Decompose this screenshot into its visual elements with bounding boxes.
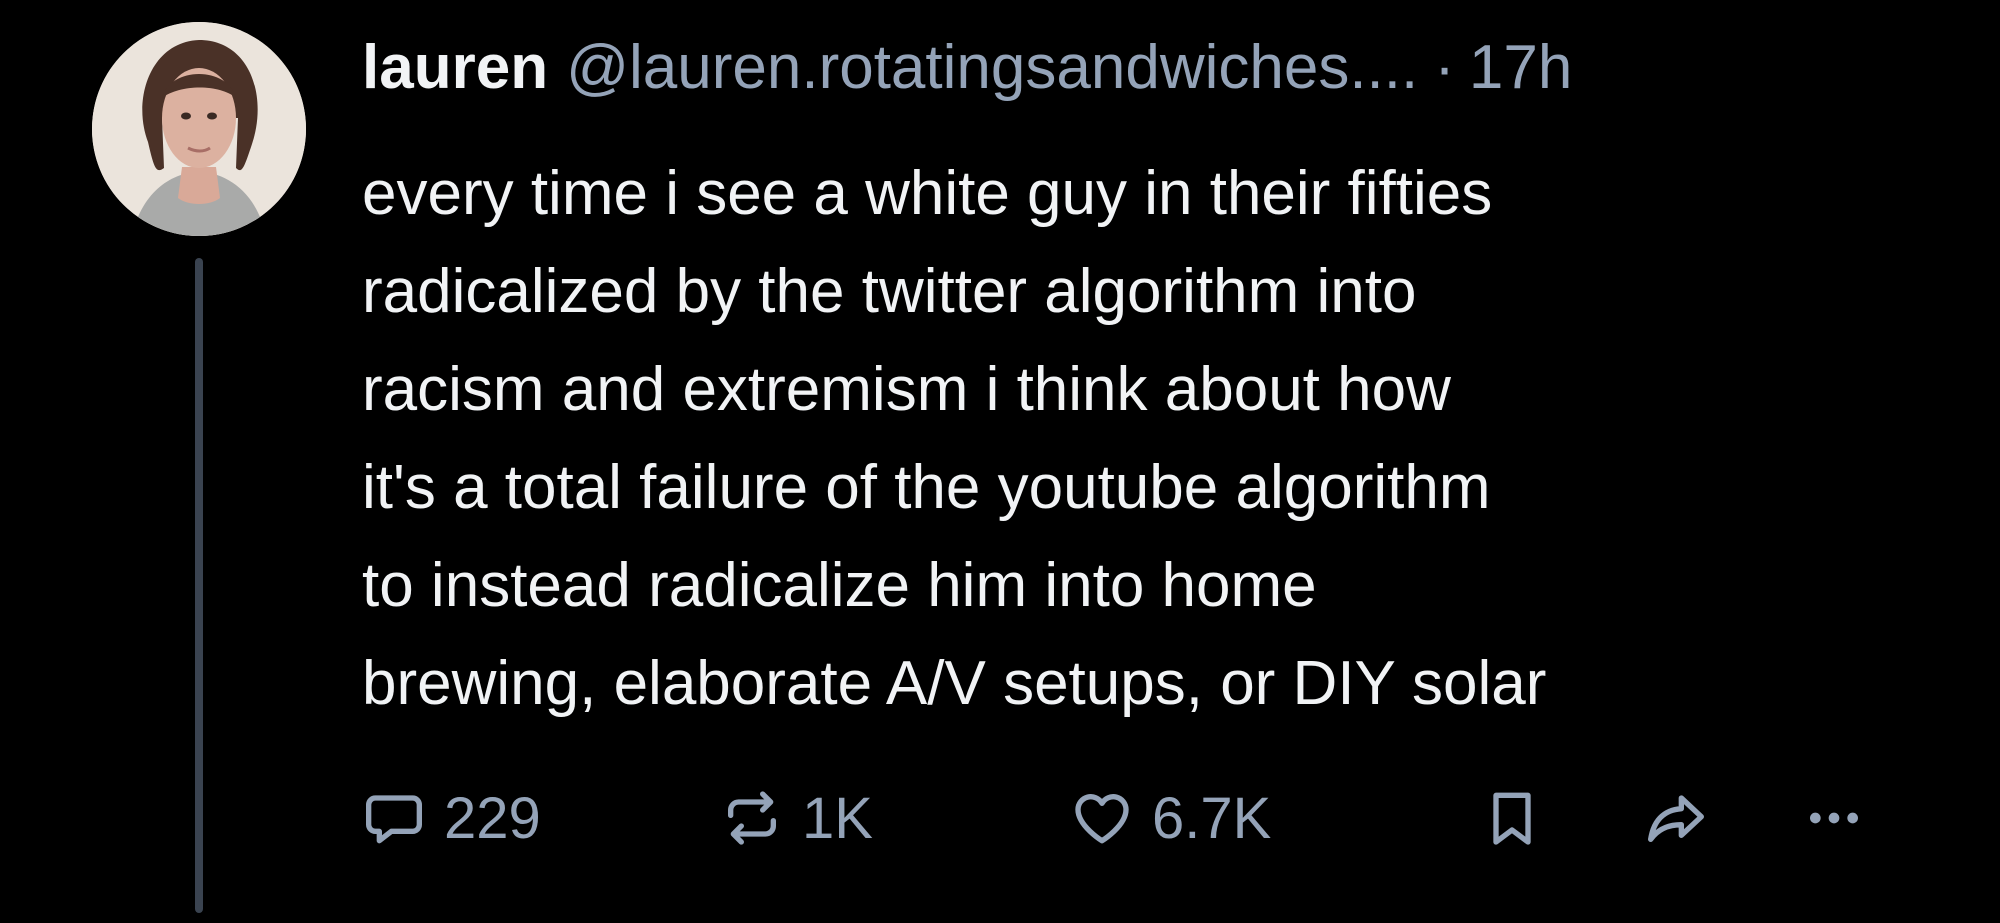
repost-arrows-icon xyxy=(728,791,776,845)
reply-button[interactable]: 229 xyxy=(362,778,541,858)
post: lauren @lauren.rotatingsandwiches.... · … xyxy=(0,0,2000,923)
post-text-line: radicalized by the twitter algorithm int… xyxy=(362,257,1417,326)
share-arrow-icon xyxy=(1648,795,1704,842)
post-text-line: racism and extremism i think about how xyxy=(362,355,1451,424)
heart-icon xyxy=(1075,794,1129,844)
avatar-photo xyxy=(92,22,306,236)
header-separator: · xyxy=(1434,33,1455,102)
post-text-line: to instead radicalize him into home xyxy=(362,551,1317,620)
post-text-line: brewing, elaborate A/V setups, or DIY so… xyxy=(362,649,1547,718)
author-avatar[interactable] xyxy=(92,22,306,236)
bookmark-button[interactable] xyxy=(1480,778,1544,858)
like-count: 6.7K xyxy=(1152,785,1272,851)
more-options-button[interactable] xyxy=(1802,778,1866,858)
repost-count: 1K xyxy=(802,785,873,851)
like-button[interactable]: 6.7K xyxy=(1070,778,1271,858)
post-actions-bar: 229 1K 6.7K xyxy=(362,778,1962,858)
post-text-line: every time i see a white guy in their fi… xyxy=(362,159,1493,228)
repost-button[interactable]: 1K xyxy=(720,778,873,858)
share-button[interactable] xyxy=(1642,778,1710,858)
reply-bubble-icon xyxy=(366,795,422,844)
reply-count: 229 xyxy=(444,785,541,851)
author-handle[interactable]: @lauren.rotatingsandwiches.... xyxy=(566,28,1418,108)
more-dots-icon xyxy=(1810,812,1858,824)
author-display-name[interactable]: lauren xyxy=(362,28,548,108)
post-timestamp[interactable]: 17h xyxy=(1469,28,1572,108)
post-text: every time i see a white guy in their fi… xyxy=(362,145,1962,733)
thread-line xyxy=(195,258,203,913)
bookmark-icon xyxy=(1493,792,1531,845)
post-text-line: it's a total failure of the youtube algo… xyxy=(362,453,1491,522)
post-header: lauren @lauren.rotatingsandwiches.... · … xyxy=(362,28,1572,108)
